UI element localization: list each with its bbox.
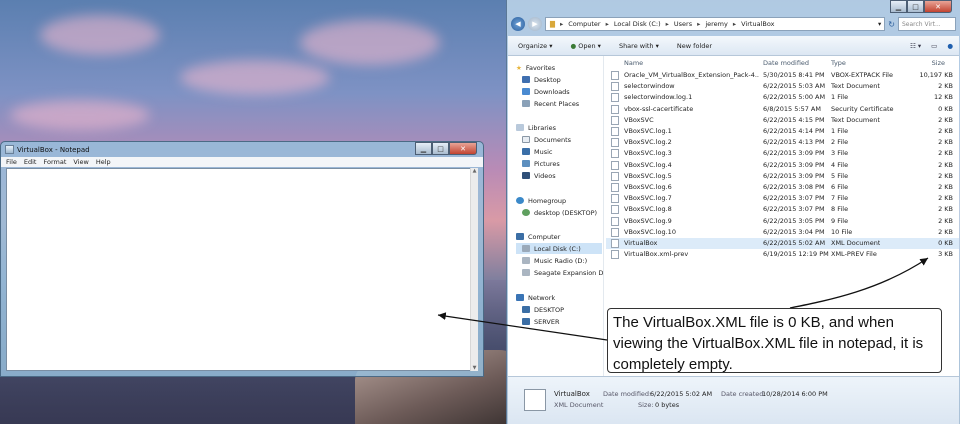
annotation-callout: The VirtualBox.XML file is 0 KB, and whe…: [607, 308, 942, 373]
arrow-to-file-size: [789, 257, 929, 309]
arrow-to-notepad: [437, 312, 608, 341]
